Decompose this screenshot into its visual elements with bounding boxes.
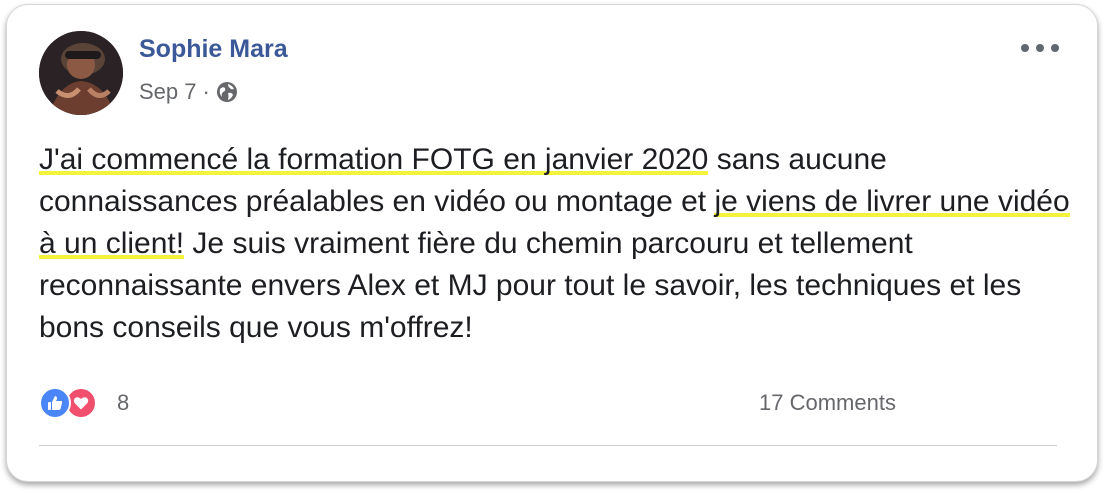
more-dot xyxy=(1036,44,1044,52)
like-icon xyxy=(39,387,71,419)
more-options-button[interactable] xyxy=(1021,33,1059,63)
post-text: J'ai commencé la formation FOTG en janvi… xyxy=(39,139,1079,349)
avatar[interactable] xyxy=(39,31,123,115)
post-card: Sophie Mara Sep 7 · J'ai commencé la for… xyxy=(6,4,1098,482)
more-dot xyxy=(1021,44,1029,52)
globe-icon[interactable] xyxy=(216,81,238,103)
highlighted-text: J'ai commencé la formation FOTG en janvi… xyxy=(39,143,709,176)
divider xyxy=(39,445,1057,446)
post-meta: Sep 7 · xyxy=(139,79,238,105)
post-date[interactable]: Sep 7 xyxy=(139,79,197,105)
avatar-image xyxy=(39,31,123,115)
comments-count-link[interactable]: 17 Comments xyxy=(759,390,896,416)
meta-separator: · xyxy=(202,79,210,104)
author-name[interactable]: Sophie Mara xyxy=(139,35,288,64)
reaction-count[interactable]: 8 xyxy=(117,390,129,416)
reactions-summary[interactable]: 8 xyxy=(39,387,129,419)
post-text-segment: Je suis vraiment fière du chemin parcour… xyxy=(39,227,1022,344)
more-dot xyxy=(1051,44,1059,52)
